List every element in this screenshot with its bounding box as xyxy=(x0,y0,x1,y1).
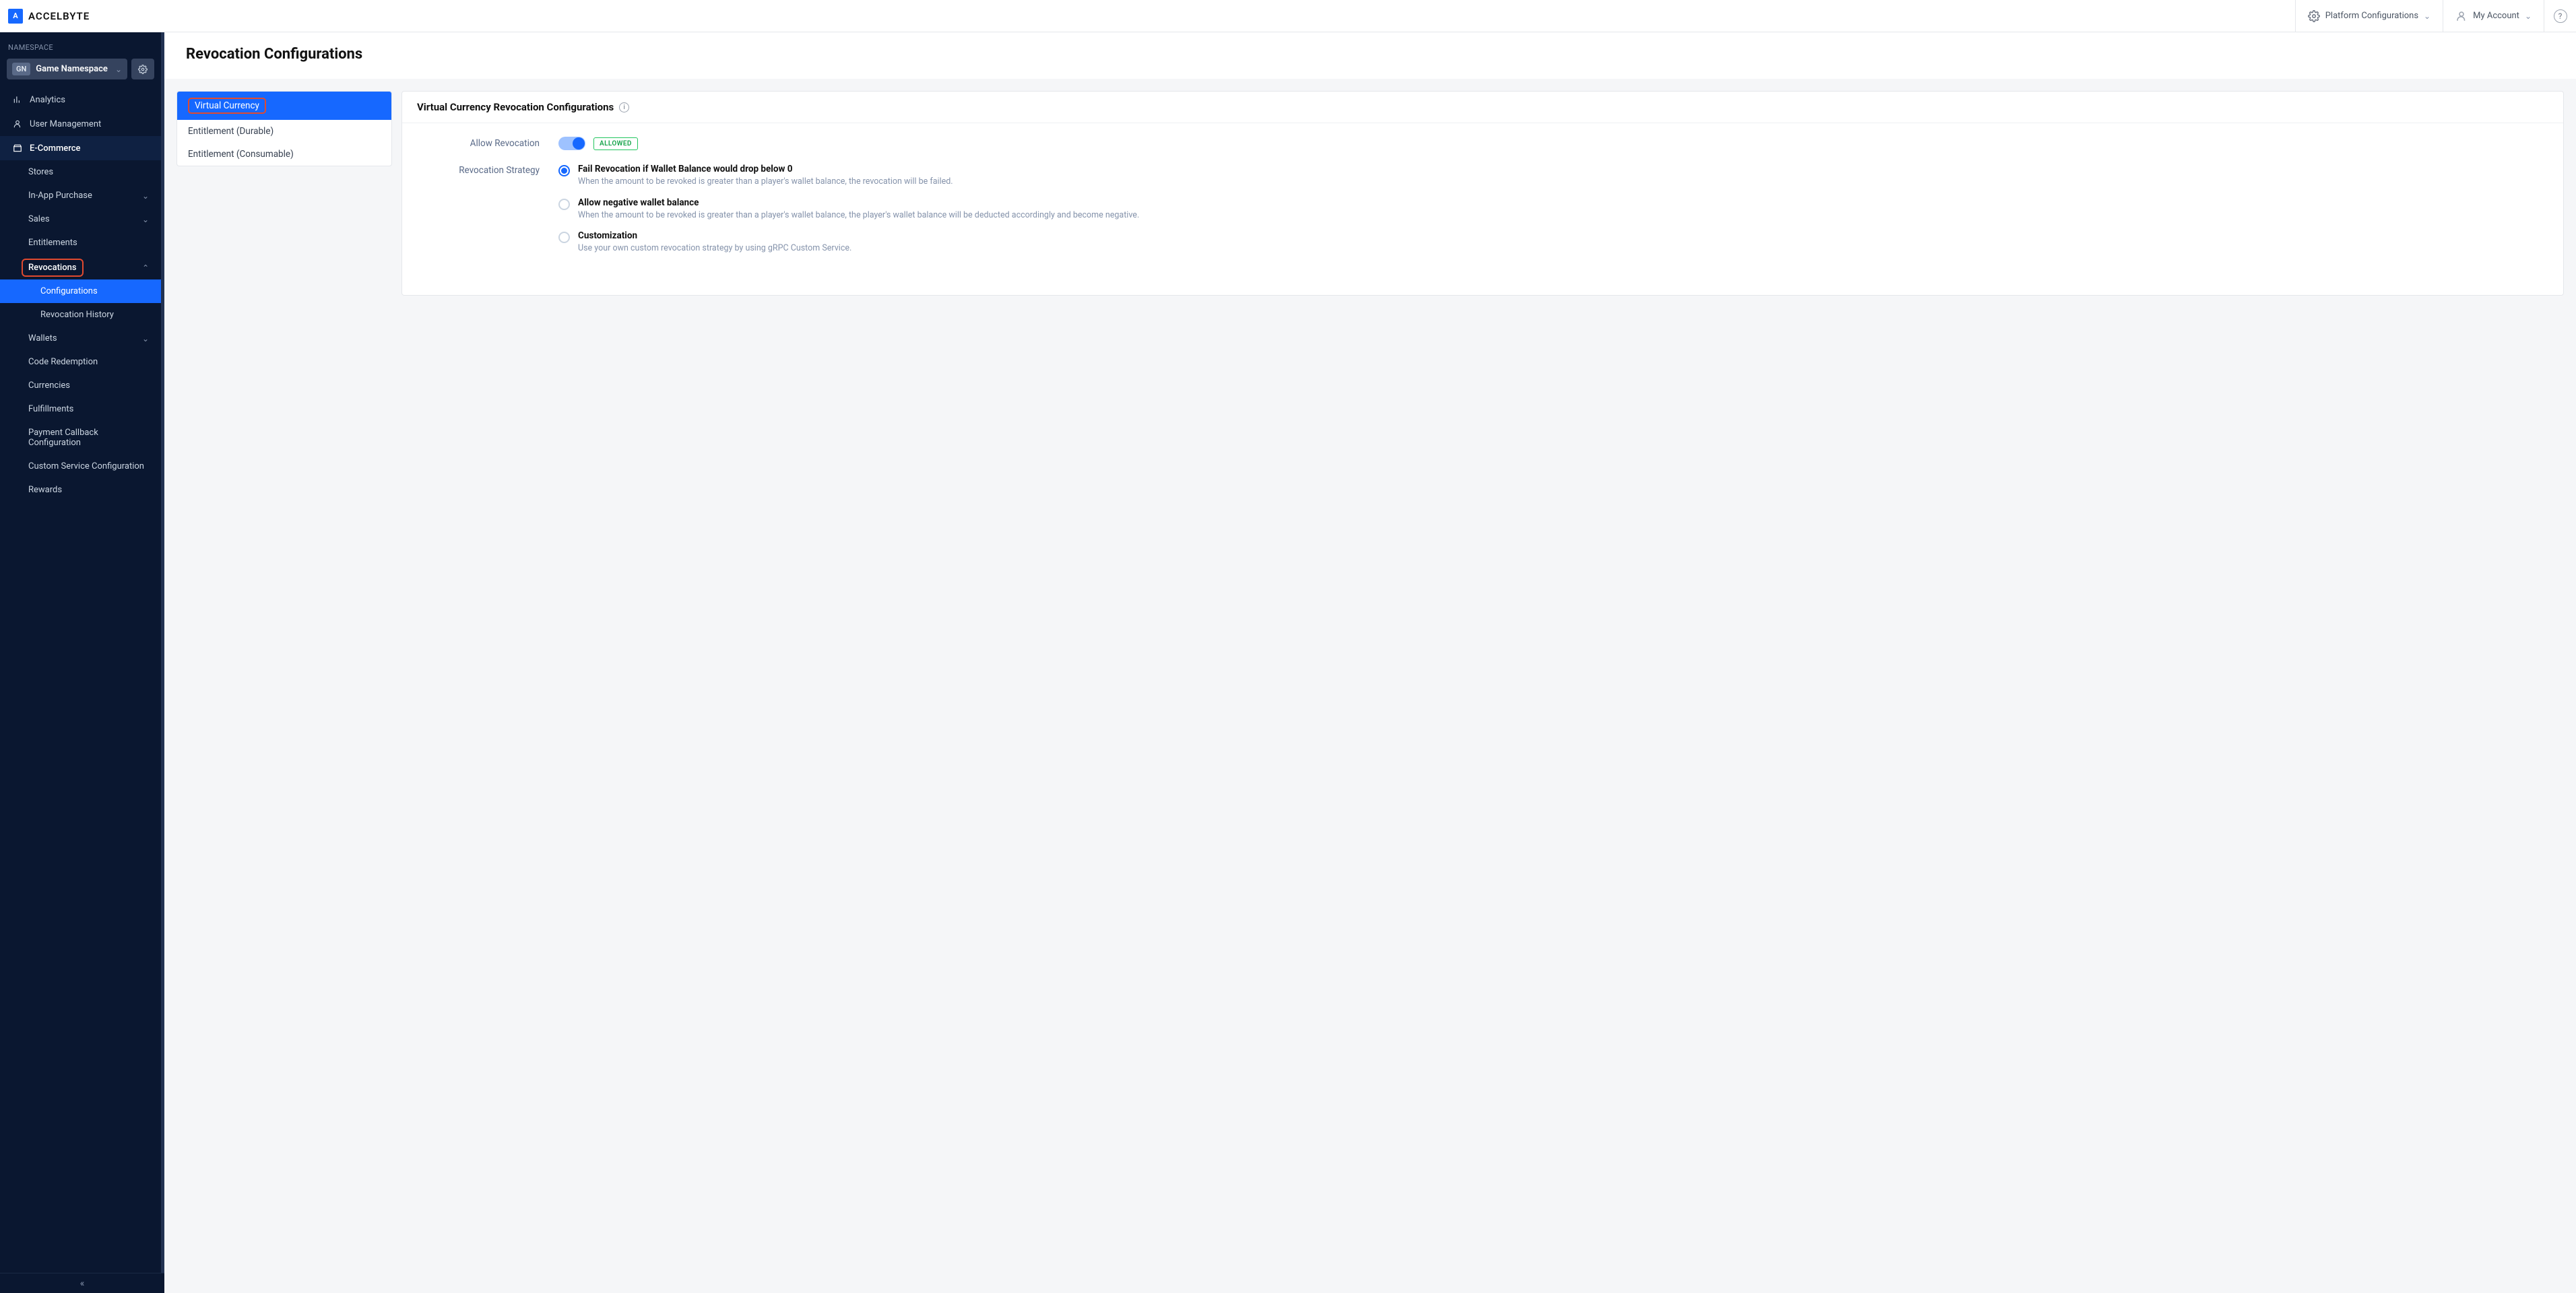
radio-customization[interactable] xyxy=(558,232,570,243)
nav-stores[interactable]: Stores xyxy=(0,160,161,184)
user-icon xyxy=(12,119,23,129)
info-icon[interactable]: i xyxy=(619,102,629,112)
chevron-down-icon: ⌄ xyxy=(142,191,149,201)
user-icon xyxy=(2455,10,2468,22)
help-button[interactable]: ? xyxy=(2544,0,2576,32)
nav-code-redemption[interactable]: Code Redemption xyxy=(0,350,161,374)
namespace-name: Game Namespace xyxy=(36,64,110,74)
page-title: Revocation Configurations xyxy=(186,46,2554,63)
main-content: Revocation Configurations Virtual Curren… xyxy=(164,0,2576,317)
nav-label: User Management xyxy=(30,119,101,129)
radio-opt-title: Fail Revocation if Wallet Balance would … xyxy=(578,164,953,174)
platform-config-label: Platform Configurations xyxy=(2325,11,2418,21)
sidebar-collapse-button[interactable]: « xyxy=(0,1273,164,1293)
radio-opt-desc: When the amount to be revoked is greater… xyxy=(578,209,1139,222)
allow-revocation-toggle[interactable] xyxy=(558,137,585,150)
namespace-badge: GN xyxy=(12,63,30,75)
card-title: Virtual Currency Revocation Configuratio… xyxy=(417,101,614,113)
radio-opt-title: Allow negative wallet balance xyxy=(578,197,1139,208)
namespace-heading: NAMESPACE xyxy=(0,32,161,59)
chart-icon xyxy=(12,94,23,105)
status-badge: ALLOWED xyxy=(593,137,638,150)
tab-entitlement-consumable[interactable]: Entitlement (Consumable) xyxy=(177,143,391,166)
store-icon xyxy=(12,143,23,154)
chevron-double-left-icon: « xyxy=(80,1278,85,1289)
page-header: Revocation Configurations xyxy=(164,32,2576,79)
nav-currencies[interactable]: Currencies xyxy=(0,374,161,397)
nav-revocation-history[interactable]: Revocation History xyxy=(0,303,161,327)
chevron-down-icon: ⌄ xyxy=(142,334,149,343)
nav-revocations[interactable]: Revocations xyxy=(22,259,84,277)
nav-fulfillments[interactable]: Fulfillments xyxy=(0,397,161,421)
radio-opt-desc: Use your own custom revocation strategy … xyxy=(578,242,851,255)
nav-entitlements[interactable]: Entitlements xyxy=(0,231,161,255)
logo-icon: A xyxy=(8,9,23,24)
nav-rewards[interactable]: Rewards xyxy=(0,478,161,502)
sidebar: NAMESPACE GN Game Namespace ⌄ Analytics … xyxy=(0,32,164,1293)
brand-name: ACCELBYTE xyxy=(28,10,90,22)
nav-revocations-configurations[interactable]: Configurations xyxy=(0,279,161,303)
gear-icon xyxy=(2308,10,2320,22)
nav-label: E-Commerce xyxy=(30,143,80,154)
brand-logo[interactable]: A ACCELBYTE xyxy=(0,9,90,24)
tab-entitlement-durable[interactable]: Entitlement (Durable) xyxy=(177,120,391,143)
nav-analytics[interactable]: Analytics xyxy=(0,88,161,112)
config-card: Virtual Currency Revocation Configuratio… xyxy=(401,91,2564,296)
chevron-down-icon: ⌄ xyxy=(115,65,122,74)
radio-fail-revocation[interactable] xyxy=(558,165,570,176)
namespace-settings-button[interactable] xyxy=(131,59,154,79)
help-icon: ? xyxy=(2554,9,2567,23)
nav-custom-service[interactable]: Custom Service Configuration xyxy=(0,455,161,478)
namespace-selector[interactable]: GN Game Namespace ⌄ xyxy=(7,59,127,79)
nav-ecommerce[interactable]: E-Commerce xyxy=(0,136,161,160)
nav-in-app-purchase[interactable]: In-App Purchase⌄ xyxy=(0,184,161,207)
nav-payment-callback[interactable]: Payment Callback Configuration xyxy=(0,421,161,455)
nav-sales[interactable]: Sales⌄ xyxy=(0,207,161,231)
my-account-dropdown[interactable]: My Account ⌄ xyxy=(2443,0,2544,32)
topbar: A ACCELBYTE Platform Configurations ⌄ My… xyxy=(0,0,2576,32)
revocation-strategy-label: Revocation Strategy xyxy=(417,164,558,176)
topbar-right: Platform Configurations ⌄ My Account ⌄ ? xyxy=(2295,0,2576,32)
platform-config-dropdown[interactable]: Platform Configurations ⌄ xyxy=(2295,0,2443,32)
radio-opt-desc: When the amount to be revoked is greater… xyxy=(578,176,953,188)
allow-revocation-label: Allow Revocation xyxy=(417,137,558,149)
chevron-down-icon: ⌄ xyxy=(142,215,149,224)
nav-user-management[interactable]: User Management xyxy=(0,112,161,136)
chevron-down-icon: ⌄ xyxy=(2424,11,2430,21)
nav-wallets[interactable]: Wallets⌄ xyxy=(0,327,161,350)
my-account-label: My Account xyxy=(2473,11,2519,21)
nav-label: Analytics xyxy=(30,95,65,105)
chevron-down-icon: ⌄ xyxy=(2525,11,2532,21)
revocation-tabs: Virtual Currency Entitlement (Durable) E… xyxy=(176,91,392,166)
tab-virtual-currency[interactable]: Virtual Currency xyxy=(177,92,391,120)
radio-allow-negative[interactable] xyxy=(558,199,570,210)
radio-opt-title: Customization xyxy=(578,230,851,241)
chevron-up-icon: ⌄ xyxy=(142,263,149,272)
